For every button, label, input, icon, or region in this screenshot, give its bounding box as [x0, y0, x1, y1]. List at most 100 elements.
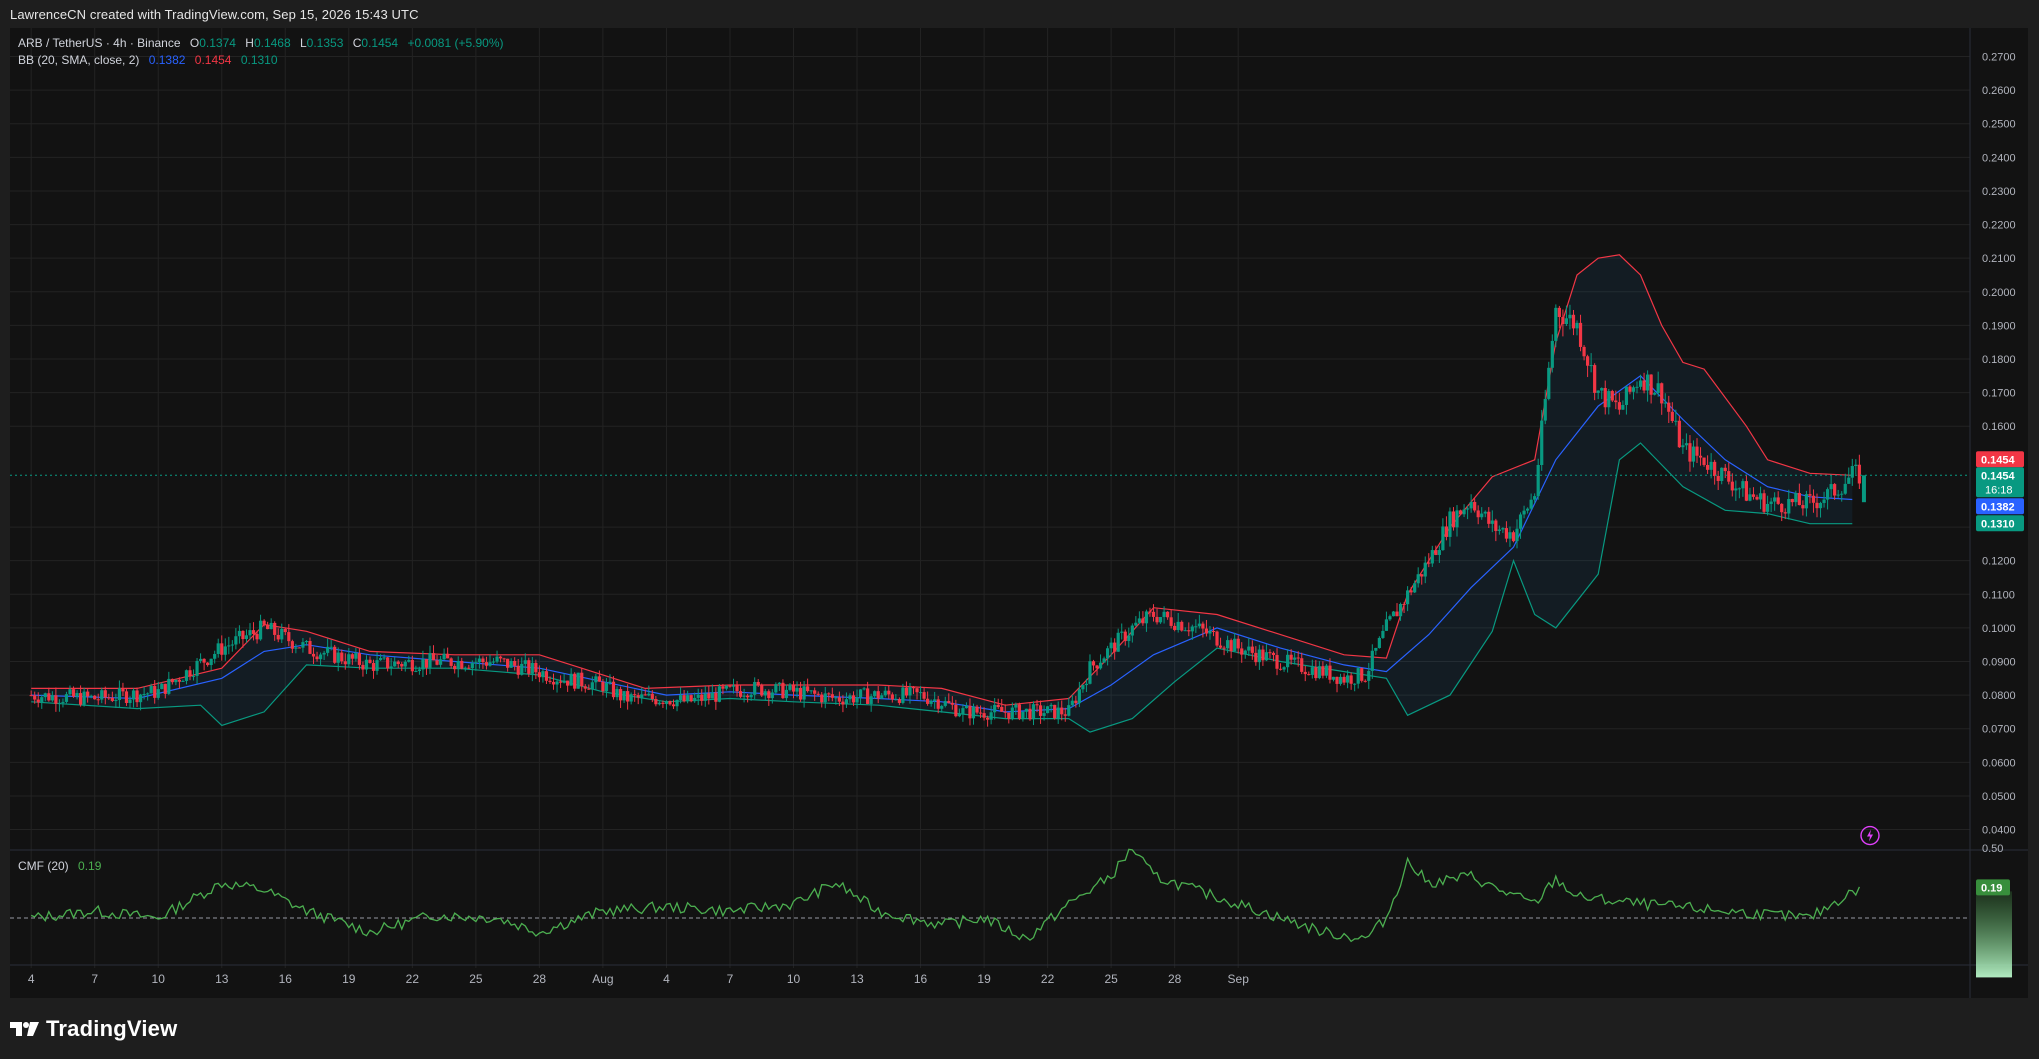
- candle-body: [664, 701, 669, 704]
- candle-body: [961, 708, 965, 715]
- candle-body: [198, 658, 203, 661]
- candle-body: [1829, 484, 1833, 490]
- candle-body: [544, 671, 549, 681]
- candle-body: [460, 660, 464, 669]
- candle-body: [1144, 611, 1149, 624]
- candle-body: [1451, 511, 1456, 528]
- candle-body: [837, 697, 841, 702]
- candle-body: [393, 661, 397, 667]
- candle-body: [1854, 464, 1858, 467]
- candle-body: [318, 654, 323, 660]
- candle-body: [1769, 501, 1773, 504]
- candle-body: [75, 693, 79, 697]
- price-tick-label: 0.1200: [1982, 556, 2016, 568]
- tradingview-logo-text: TradingView: [46, 1016, 178, 1041]
- last-candle-body: [1861, 475, 1866, 503]
- price-tick-label: 0.1800: [1982, 354, 2016, 366]
- price-tick-label: 0.2000: [1982, 287, 2016, 299]
- open-label: O: [190, 36, 199, 50]
- candle-body: [978, 712, 983, 714]
- candle-body: [1240, 648, 1244, 655]
- candle-body: [128, 699, 132, 703]
- candle-body: [1808, 494, 1812, 496]
- time-axis[interactable]: 4 7 10 13 16 19 22 25 28 Aug 4 7 10 13 16 19 22 25 28 Sep: [28, 972, 1249, 986]
- candle-body: [1787, 498, 1791, 514]
- candle-body: [876, 691, 880, 699]
- candle-body: [1226, 640, 1230, 649]
- candle-body: [851, 695, 856, 703]
- candle-body: [368, 659, 372, 663]
- candle-body: [1427, 562, 1431, 564]
- candle-body: [1077, 689, 1081, 704]
- candle-body: [1250, 646, 1254, 653]
- candle-body: [569, 673, 573, 686]
- candle-body: [1462, 509, 1466, 515]
- candle-body: [696, 694, 700, 698]
- time-tick-label: 28: [1168, 972, 1182, 986]
- candle-body: [403, 661, 407, 667]
- candle-body: [1847, 477, 1851, 484]
- candle-body: [1833, 484, 1837, 496]
- candle-body: [1120, 631, 1124, 633]
- candle-body: [1783, 512, 1787, 514]
- candle-body: [195, 660, 199, 676]
- candle-body: [721, 686, 725, 689]
- candle-body: [1723, 467, 1727, 472]
- tradingview-logo[interactable]: TradingView: [10, 1016, 177, 1042]
- candle-body: [266, 624, 270, 630]
- candle-body: [491, 661, 496, 663]
- candle-body: [830, 694, 834, 698]
- candle-body: [1713, 461, 1717, 476]
- candle-body: [1624, 386, 1629, 405]
- candle-body: [1811, 495, 1816, 503]
- candle-body: [43, 693, 47, 698]
- candle-body: [1522, 510, 1526, 515]
- open-value: 0.1374: [199, 36, 236, 50]
- price-tick-label: 0.2600: [1982, 85, 2016, 97]
- candle-body: [1053, 704, 1057, 719]
- candle-body: [509, 660, 513, 668]
- candle-body: [587, 688, 591, 690]
- candle-body: [1296, 657, 1300, 659]
- candle-body: [763, 691, 767, 696]
- candle-body: [841, 701, 845, 705]
- candle-body: [1338, 676, 1343, 684]
- candle-body: [124, 691, 129, 703]
- candle-body: [400, 664, 404, 667]
- bb-label: BB (20, SMA, close, 2): [18, 53, 139, 67]
- chart-canvas[interactable]: 0.2700 0.2600 0.2500 0.2400 0.2300 0.2200 0.21…: [10, 28, 2028, 998]
- candle-body: [1702, 457, 1706, 465]
- candle-body: [1261, 649, 1265, 661]
- time-tick-label: 16: [914, 972, 928, 986]
- candle-body: [1504, 528, 1509, 539]
- candle-body: [442, 653, 446, 660]
- candle-body: [322, 652, 326, 655]
- candle-body: [326, 646, 330, 653]
- candle-body: [1402, 603, 1406, 605]
- candle-body: [248, 630, 252, 636]
- candle-body: [1084, 683, 1089, 686]
- candle-body: [1349, 675, 1353, 684]
- candle-body: [1434, 550, 1438, 555]
- candle-body: [1698, 455, 1703, 458]
- candle-body: [1638, 380, 1643, 387]
- candle-body: [1653, 392, 1657, 395]
- candle-body: [1398, 603, 1403, 617]
- candle-body: [1409, 590, 1413, 593]
- bb-upper-value: 0.1454: [195, 53, 232, 67]
- candle-body: [1497, 529, 1501, 531]
- chart-area[interactable]: 0.2700 0.2600 0.2500 0.2400 0.2300 0.2200 0.21…: [10, 28, 2028, 998]
- candle-body: [1515, 528, 1519, 542]
- candle-body: [1681, 445, 1685, 448]
- candle-body: [1377, 637, 1381, 648]
- candle-body: [798, 687, 803, 700]
- time-tick-label: 22: [1041, 972, 1055, 986]
- candle-body: [626, 691, 630, 702]
- candle-body: [926, 698, 930, 704]
- candle-body: [167, 678, 171, 694]
- candle-body: [1000, 706, 1004, 712]
- candle-body: [336, 652, 340, 663]
- candle-body: [1243, 650, 1247, 655]
- candle-body: [1169, 617, 1173, 626]
- candle-body: [1490, 520, 1494, 524]
